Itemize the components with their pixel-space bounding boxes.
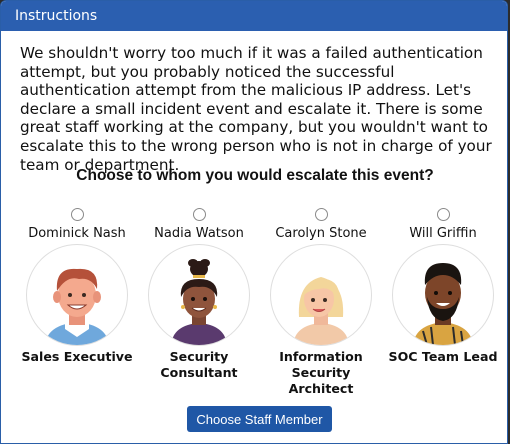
- staff-role: Information Security Architect: [279, 349, 363, 396]
- staff-role: SOC Team Lead: [388, 349, 498, 364]
- dialog-title: Instructions: [1, 1, 507, 31]
- staff-option-nadia-watson[interactable]: Nadia Watson Security Consultant: [138, 208, 260, 381]
- staff-option-dominick-nash[interactable]: Dominick Nash Sales Executive: [16, 208, 138, 365]
- question-heading: Choose to whom you would escalate this e…: [76, 167, 434, 184]
- instructions-dialog: Instructions We shouldn't worry too much…: [0, 0, 508, 444]
- staff-name: Carolyn Stone: [275, 226, 367, 241]
- instructions-text: We shouldn't worry too much if it was a …: [20, 44, 492, 174]
- staff-radio-button[interactable]: [70, 208, 84, 221]
- staff-option-carolyn-stone[interactable]: Carolyn Stone Information Security Archi…: [260, 208, 382, 397]
- staff-option-will-griffin[interactable]: Will Griffin SOC Team Lead: [382, 208, 504, 365]
- staff-radio-button[interactable]: [314, 208, 328, 221]
- staff-name: Nadia Watson: [154, 226, 244, 241]
- choose-staff-member-button[interactable]: Choose Staff Member: [187, 406, 332, 432]
- staff-avatar[interactable]: [148, 244, 250, 346]
- staff-name: Dominick Nash: [28, 226, 126, 241]
- staff-role: Sales Executive: [21, 349, 133, 364]
- staff-radio-button[interactable]: [192, 208, 206, 221]
- staff-avatar[interactable]: [270, 244, 372, 346]
- staff-role: Security Consultant: [160, 349, 238, 380]
- staff-avatar[interactable]: [26, 244, 128, 346]
- staff-name: Will Griffin: [409, 226, 477, 241]
- staff-radio-button[interactable]: [436, 208, 450, 221]
- staff-avatar[interactable]: [392, 244, 494, 346]
